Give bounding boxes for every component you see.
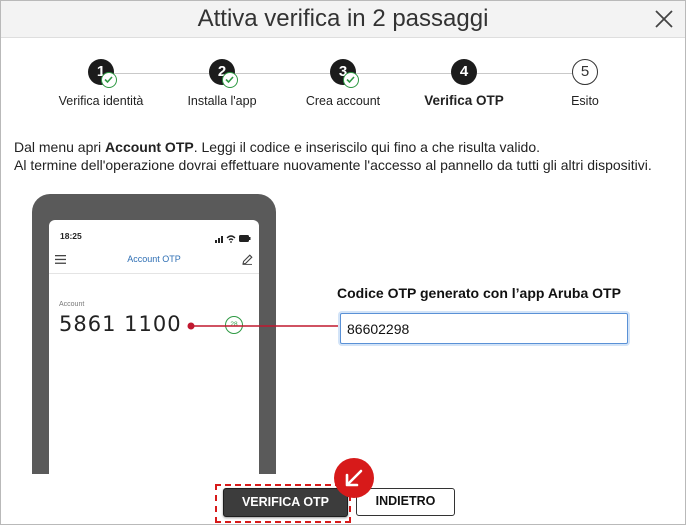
otp-field-label: Codice OTP generato con l’app Aruba OTP [337, 285, 621, 301]
otp-input[interactable] [340, 313, 628, 344]
otp-dialog: Attiva verifica in 2 passaggi 1 Verifica… [0, 0, 686, 525]
verify-otp-button[interactable]: VERIFICA OTP [223, 488, 348, 517]
arrow-down-left-icon [345, 469, 363, 487]
click-indicator [334, 458, 374, 498]
connector-line [187, 322, 339, 330]
